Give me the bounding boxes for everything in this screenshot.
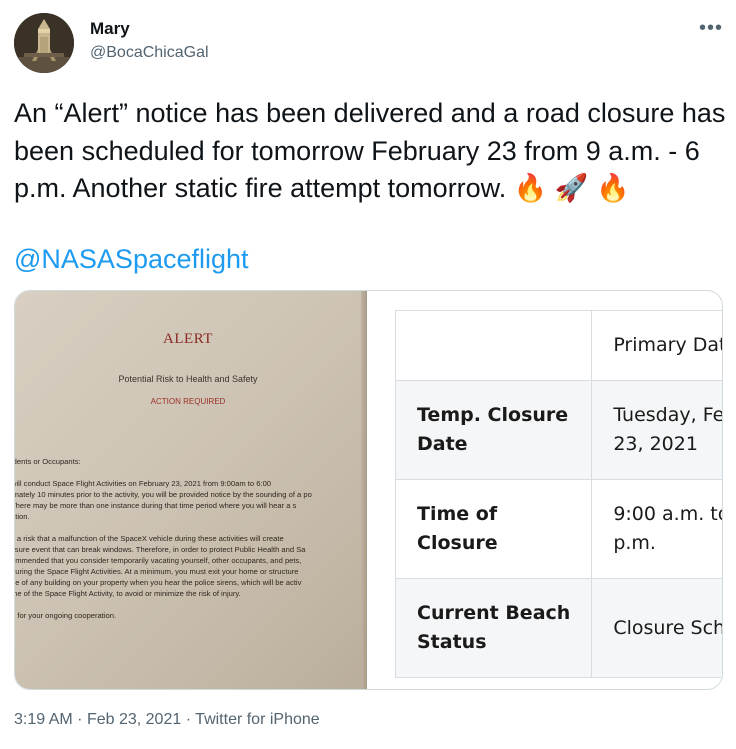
notice-line: s a risk that a malfunction of the Space… [15, 534, 284, 543]
mention-link[interactable]: @NASASpaceflight [14, 244, 249, 275]
notice-action: ACTION REQUIRED [150, 397, 226, 406]
row-label: Current Beach Status [394, 578, 593, 678]
row-value-line: 23, 2021 [613, 433, 698, 455]
tweet-text: An “Alert” notice has been delivered and… [14, 95, 726, 208]
table-header-cell: Primary Dat [591, 310, 722, 381]
alert-notice-photo[interactable]: ALERT Potential Risk to Health and Safet… [15, 291, 367, 689]
row-label-line: Date [417, 433, 468, 455]
media-grid: ALERT Potential Risk to Health and Safet… [14, 290, 723, 690]
tweet-time[interactable]: 3:19 AM [14, 711, 73, 728]
notice-line: ommended that you consider temporarily v… [15, 556, 302, 565]
starship-photo-avatar-icon [14, 13, 74, 73]
meta-separator: · [185, 711, 192, 728]
notice-line: will conduct Space Flight Activities on … [15, 479, 272, 488]
notice-line: ation. [15, 512, 30, 521]
notice-title: ALERT [163, 331, 213, 347]
notice-subtitle: Potential Risk to Health and Safety [118, 374, 258, 384]
notice-body: idents or Occupants: will conduct Space … [15, 456, 367, 632]
table-header-empty [394, 310, 593, 381]
notice-line: during the Space Flight Activities. At a… [15, 567, 299, 576]
row-value: 9:00 a.m. to p.m. [591, 479, 723, 579]
row-label-line: Closure [417, 532, 498, 554]
table-header-row: Primary Dat [394, 310, 722, 381]
closure-table: Primary Dat Temp. Closure Date Tuesday, … [394, 310, 723, 678]
row-value-line: p.m. [613, 532, 656, 554]
table-row: Temp. Closure Date Tuesday, Fe 23, 2021 [394, 380, 723, 480]
avatar[interactable] [14, 13, 74, 73]
row-label-line: Current Beach [417, 602, 571, 624]
more-options-icon[interactable]: ••• [699, 18, 723, 38]
row-label: Temp. Closure Date [394, 380, 593, 480]
notice-line: There may be more than one instance duri… [15, 501, 297, 510]
notice-line: imately 10 minutes prior to the activity… [15, 490, 312, 499]
rocket-emoji-icon: 🚀 [554, 173, 589, 203]
photo-edge [361, 291, 367, 689]
fire-emoji-icon: 🔥 [596, 173, 630, 203]
row-value: Tuesday, Fe 23, 2021 [591, 380, 723, 480]
notice-line: u for your ongoing cooperation. [15, 611, 117, 620]
row-value: Closure Sch [591, 578, 723, 678]
notice-line: de of any building on your property when… [15, 578, 302, 587]
notice-line: me of the Space Flight Activity, to avoi… [15, 589, 241, 598]
meta-separator: · [77, 711, 83, 728]
tweet-source[interactable]: Twitter for iPhone [195, 711, 320, 728]
notice-line: idents or Occupants: [15, 457, 81, 466]
tweet-metadata: 3:19 AM · Feb 23, 2021 · Twitter for iPh… [14, 711, 320, 729]
row-label-line: Status [417, 631, 487, 653]
closure-table-image[interactable]: Primary Dat Temp. Closure Date Tuesday, … [368, 291, 723, 689]
table-row: Current Beach Status Closure Sch [394, 578, 723, 678]
row-label-line: Time of [417, 503, 498, 525]
author-name[interactable]: Mary [90, 19, 130, 39]
row-value-line: 9:00 a.m. to [613, 503, 723, 525]
row-label: Time of Closure [394, 479, 593, 579]
table-row: Time of Closure 9:00 a.m. to p.m. [394, 479, 723, 579]
notice-line: ssure event that can break windows. Ther… [15, 545, 306, 554]
author-handle[interactable]: @BocaChicaGal [90, 44, 209, 62]
row-value-line: Closure Sch [613, 616, 723, 639]
tweet-date[interactable]: Feb 23, 2021 [87, 711, 181, 728]
row-label-line: Temp. Closure [417, 404, 569, 426]
fire-emoji-icon: 🔥 [513, 173, 548, 203]
row-value-line: Tuesday, Fe [613, 404, 723, 426]
